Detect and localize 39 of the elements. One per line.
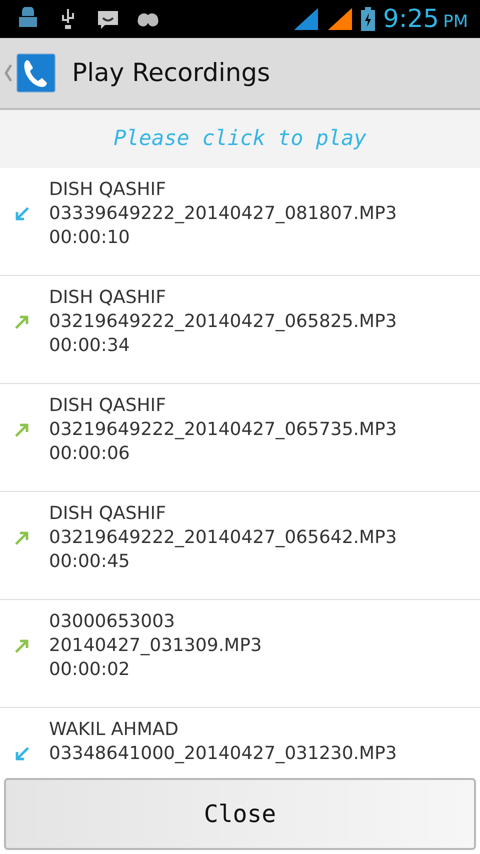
home-up-button[interactable] — [4, 53, 56, 93]
battery-icon — [360, 7, 375, 31]
recording-name: DISH QASHIF — [49, 502, 167, 526]
recording-duration: 00:00:02 — [49, 658, 131, 682]
recording-file: 03219649222_20140427_065735.MP3 — [49, 418, 397, 442]
signal-icon — [326, 7, 353, 31]
clock-ampm: PM — [443, 11, 468, 34]
recording-file: 03219649222_20140427_065642.MP3 — [49, 526, 397, 550]
recording-file: 03348641000_20140427_031230.MP3 — [49, 742, 397, 766]
recording-file: 03339649222_20140427_081807.MP3 — [49, 202, 397, 226]
incoming-call-icon — [14, 206, 30, 222]
screen-title: Play Recordings — [72, 57, 270, 90]
outgoing-call-icon — [14, 314, 30, 330]
hint-text: Please click to play — [114, 125, 366, 152]
recording-name: DISH QASHIF — [49, 178, 167, 202]
recording-duration: 00:00:06 — [49, 442, 131, 466]
recording-name: DISH QASHIF — [49, 394, 167, 418]
back-caret-icon — [4, 63, 12, 83]
recording-row[interactable]: DISH QASHIF 03219649222_20140427_065642.MP3 00:00:45 — [0, 492, 480, 600]
recording-file: 20140427_031309.MP3 — [49, 634, 262, 658]
clock-time: 9:25 — [382, 3, 440, 36]
recording-row[interactable]: DISH QASHIF 03339649222_20140427_081807.MP3 00:00:10 — [0, 168, 480, 276]
recording-name: 03000653003 — [49, 610, 176, 634]
recording-row[interactable]: 03000653003 20140427_031309.MP3 00:00:02 — [0, 600, 480, 708]
recording-file: 03219649222_20140427_065825.MP3 — [49, 310, 397, 334]
phone-app-icon — [16, 53, 56, 93]
outgoing-call-icon — [14, 422, 30, 438]
recording-name: DISH QASHIF — [49, 286, 167, 310]
recording-duration: 00:00:10 — [49, 226, 131, 250]
recording-name: WAKIL AHMAD — [49, 718, 180, 742]
incoming-call-icon — [14, 746, 30, 762]
recording-row[interactable]: DISH QASHIF 03219649222_20140427_065735.MP3 00:00:06 — [0, 384, 480, 492]
outgoing-call-icon — [14, 530, 30, 546]
close-button[interactable]: Close — [4, 778, 476, 850]
recording-row[interactable]: DISH QASHIF 03219649222_20140427_065825.MP3 00:00:34 — [0, 276, 480, 384]
recording-duration: 00:00:45 — [49, 550, 131, 574]
recording-duration: 00:00:34 — [49, 334, 131, 358]
outgoing-call-icon — [14, 638, 30, 654]
signal-icon — [292, 7, 319, 31]
